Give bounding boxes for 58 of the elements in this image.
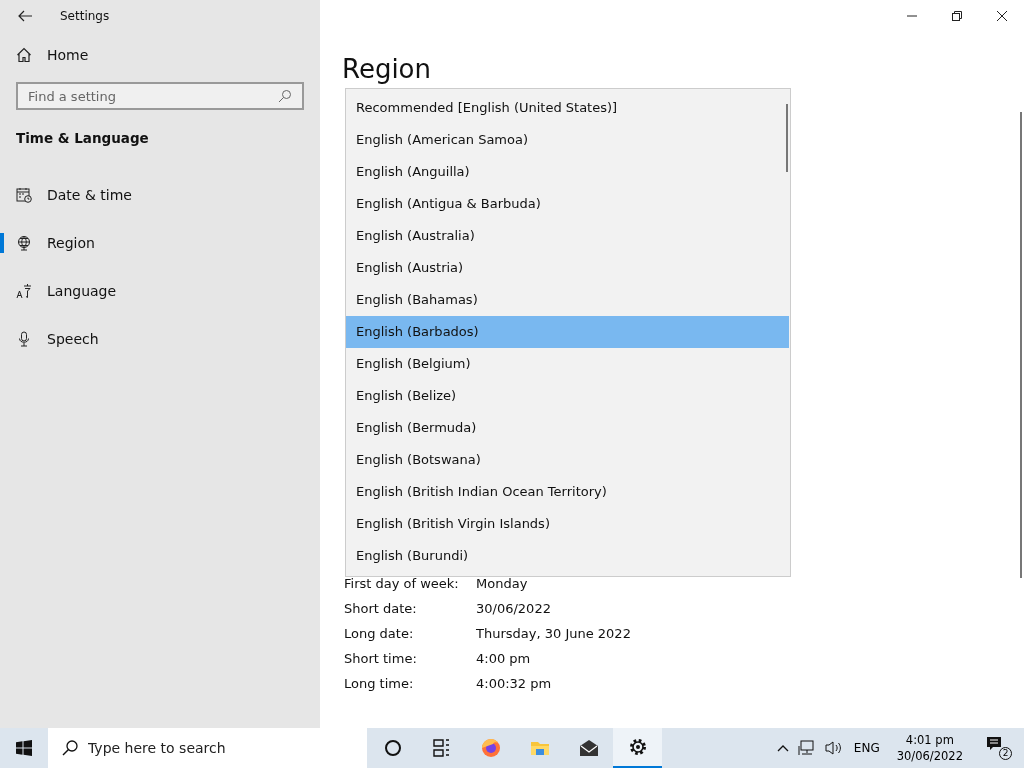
browser-icon [479,737,502,759]
chevron-up-icon[interactable] [776,744,789,752]
setting-label: Short date: [344,600,418,618]
setting-value: 4:00:32 pm [476,675,553,693]
page-title: Region [342,54,432,84]
dropdown-option[interactable]: English (Bahamas) [346,284,789,316]
window-title: Settings [60,9,110,23]
language-icon [16,283,32,299]
notifications-button[interactable]: 2 [986,736,1012,760]
dropdown-option[interactable]: English (Australia) [346,220,789,252]
dropdown-option[interactable]: English (Belgium) [346,348,789,380]
dropdown-option[interactable]: English (American Samoa) [346,124,789,156]
envelope-icon [577,737,600,759]
dropdown-option[interactable]: English (Botswana) [346,444,789,476]
globe-icon [16,235,32,251]
taskbar-search-field[interactable]: Type here to search [48,728,367,768]
dropdown-option[interactable]: English (Bermuda) [346,412,789,444]
section-heading: Time & Language [15,129,150,146]
setting-value: Thursday, 30 June 2022 [476,625,632,643]
dropdown-option[interactable]: English (Anguilla) [346,156,789,188]
microphone-icon [16,331,32,347]
search-icon [278,89,292,103]
dropdown-option[interactable]: English (Barbados) [346,316,789,348]
calendar-icon [16,187,32,203]
taskbar-app-button[interactable] [613,728,662,768]
home-link[interactable]: Home [0,32,320,78]
setting-label: Short time: [344,650,418,668]
setting-value: 30/06/2022 [476,600,552,618]
search-field[interactable]: Find a setting [16,82,304,110]
home-icon [16,47,32,63]
sidebar-item[interactable]: Speech [0,315,320,363]
sidebar-item[interactable]: Date & time [0,171,320,219]
dropdown-option[interactable]: English (Austria) [346,252,789,284]
close-icon [996,11,1007,21]
clock[interactable]: 4:01 pm 30/06/2022 [896,732,963,764]
sidebar-item[interactable]: Language [0,267,320,315]
network-icon[interactable] [797,740,816,756]
setting-label: Long time: [344,675,415,693]
language-indicator[interactable]: ENG [853,741,880,755]
windows-logo-icon [16,740,32,756]
setting-value: Monday [476,575,529,593]
search-icon [62,740,78,756]
sidebar-item[interactable]: Region [0,219,320,267]
restore-icon [951,11,962,21]
speaker-icon[interactable] [824,740,843,756]
dropdown-option[interactable]: English (British Virgin Islands) [346,508,789,540]
scrollbar[interactable] [1020,112,1022,578]
setting-value: 4:00 pm [476,650,532,668]
dropdown-option[interactable]: English (Burundi) [346,540,789,572]
back-arrow-icon[interactable] [18,10,32,22]
setting-label: Long date: [344,625,415,643]
dropdown-option[interactable]: English (Belize) [346,380,789,412]
setting-label: First day of week: [344,575,460,593]
scrollbar-thumb[interactable] [786,104,788,172]
speech-bubble-icon [986,736,1004,752]
dropdown-option[interactable]: English (British Indian Ocean Territory) [346,476,789,508]
dropdown-option[interactable]: Recommended [English (United States)] [346,92,789,124]
dropdown-option[interactable]: English (Antigua & Barbuda) [346,188,789,220]
